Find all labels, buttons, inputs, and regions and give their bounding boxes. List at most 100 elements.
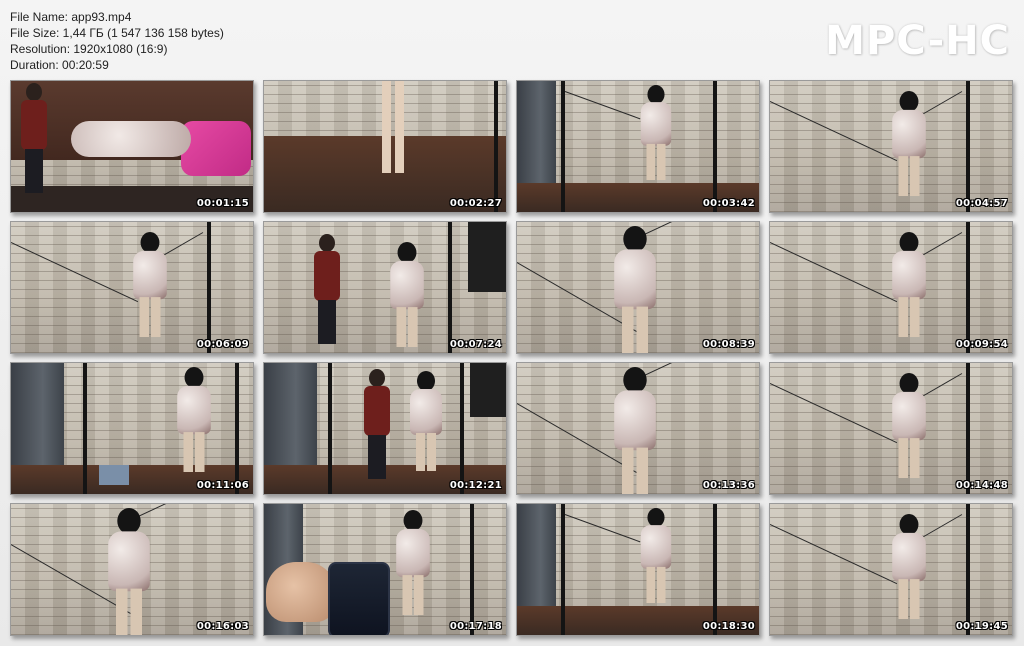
figure-head xyxy=(184,367,204,388)
stand-pole xyxy=(494,81,498,212)
person-head xyxy=(319,234,335,252)
figure-legs xyxy=(898,579,920,619)
frame-pole xyxy=(966,81,970,212)
timestamp-label: 00:04:57 xyxy=(955,198,1008,209)
video-thumbnail: 00:03:42 xyxy=(516,80,760,213)
person-head xyxy=(26,83,42,101)
figure-legs xyxy=(183,432,205,472)
figure-head xyxy=(899,373,919,394)
bound-figure xyxy=(173,367,215,472)
figure-body xyxy=(614,390,656,451)
bound-figure xyxy=(888,514,930,619)
bound-figure xyxy=(386,242,428,347)
figure-legs xyxy=(646,566,666,603)
video-thumbnail: 00:17:18 xyxy=(263,503,507,636)
figure-legs xyxy=(898,297,920,337)
bound-figure xyxy=(609,226,661,353)
frame-pole xyxy=(966,363,970,494)
video-thumbnail: 00:07:24 xyxy=(263,221,507,354)
timestamp-label: 00:12:21 xyxy=(449,480,502,491)
timestamp-label: 00:11:06 xyxy=(196,480,249,491)
person-torso xyxy=(364,386,390,436)
figure-legs xyxy=(898,438,920,478)
dark-panel xyxy=(470,363,506,417)
frame-pole xyxy=(83,363,87,494)
video-thumbnail: 00:12:21 xyxy=(263,362,507,495)
figure-head xyxy=(117,508,141,534)
frame-pole xyxy=(966,222,970,353)
video-thumbnail: 00:08:39 xyxy=(516,221,760,354)
video-thumbnail: 00:16:03 xyxy=(10,503,254,636)
figure-body xyxy=(133,250,167,300)
figure-head xyxy=(899,514,919,535)
video-thumbnail: 00:09:54 xyxy=(769,221,1013,354)
figure-body xyxy=(892,532,926,582)
figure-body xyxy=(640,525,672,569)
figure-body xyxy=(177,385,211,435)
frame-pole xyxy=(561,504,565,635)
bound-figure xyxy=(637,508,675,603)
figure-body xyxy=(892,250,926,300)
figure-head xyxy=(623,367,647,393)
figure-body xyxy=(390,260,424,310)
figure-legs xyxy=(402,575,424,615)
timestamp-label: 00:07:24 xyxy=(449,339,502,350)
frame-pole xyxy=(470,504,474,635)
frame-pole xyxy=(448,222,452,353)
figure-legs xyxy=(622,306,648,353)
bound-figure xyxy=(103,508,155,635)
frame-pole xyxy=(460,363,464,494)
standing-person xyxy=(312,234,342,344)
person-head xyxy=(369,369,385,387)
figure-legs xyxy=(622,447,648,494)
phone-device xyxy=(328,562,390,635)
figure-legs xyxy=(116,588,142,635)
video-thumbnail: 00:11:06 xyxy=(10,362,254,495)
bound-figure xyxy=(392,510,434,615)
frame-pole xyxy=(713,81,717,212)
standing-person xyxy=(362,369,392,479)
frame-pole xyxy=(561,81,565,212)
figure-legs xyxy=(139,297,161,337)
timestamp-label: 00:18:30 xyxy=(702,621,755,632)
bound-figure xyxy=(406,371,446,471)
bound-figure xyxy=(888,373,930,478)
timestamp-label: 00:08:39 xyxy=(702,339,755,350)
figure-body xyxy=(892,109,926,159)
timestamp-label: 00:06:09 xyxy=(196,339,249,350)
video-thumbnail: 00:14:48 xyxy=(769,362,1013,495)
frame-pole xyxy=(966,504,970,635)
video-thumbnail: 00:19:45 xyxy=(769,503,1013,636)
video-thumbnail: 00:13:36 xyxy=(516,362,760,495)
stool-shape xyxy=(99,465,129,485)
figure-body xyxy=(410,389,442,435)
legs-shape xyxy=(382,81,404,173)
thumbnail-grid: 00:01:15 00:02:27 00:03:42 00:04:57 00:06:09… xyxy=(0,0,1024,646)
timestamp-label: 00:13:36 xyxy=(702,480,755,491)
figure-head xyxy=(899,91,919,112)
figure-legs xyxy=(396,307,418,347)
person-legs xyxy=(318,300,336,344)
person-legs xyxy=(368,435,386,479)
timestamp-label: 00:09:54 xyxy=(955,339,1008,350)
hand-shape xyxy=(266,562,336,622)
timestamp-label: 00:02:27 xyxy=(449,198,502,209)
dark-panel xyxy=(468,222,506,292)
timestamp-label: 00:14:48 xyxy=(955,480,1008,491)
figure-head xyxy=(899,232,919,253)
video-thumbnail: 00:06:09 xyxy=(10,221,254,354)
bound-figure xyxy=(609,367,661,494)
figure-head xyxy=(403,510,423,531)
person-torso xyxy=(21,100,47,150)
frame-pole xyxy=(328,363,332,494)
figure-legs xyxy=(416,433,436,471)
bound-figure xyxy=(129,232,171,337)
frame-pole xyxy=(713,504,717,635)
figure-head xyxy=(397,242,417,263)
person-torso xyxy=(314,251,340,301)
figure-body xyxy=(640,102,672,146)
video-thumbnail: 00:02:27 xyxy=(263,80,507,213)
video-thumbnail: 00:04:57 xyxy=(769,80,1013,213)
lying-figure xyxy=(71,121,191,157)
figure-head xyxy=(417,371,435,391)
